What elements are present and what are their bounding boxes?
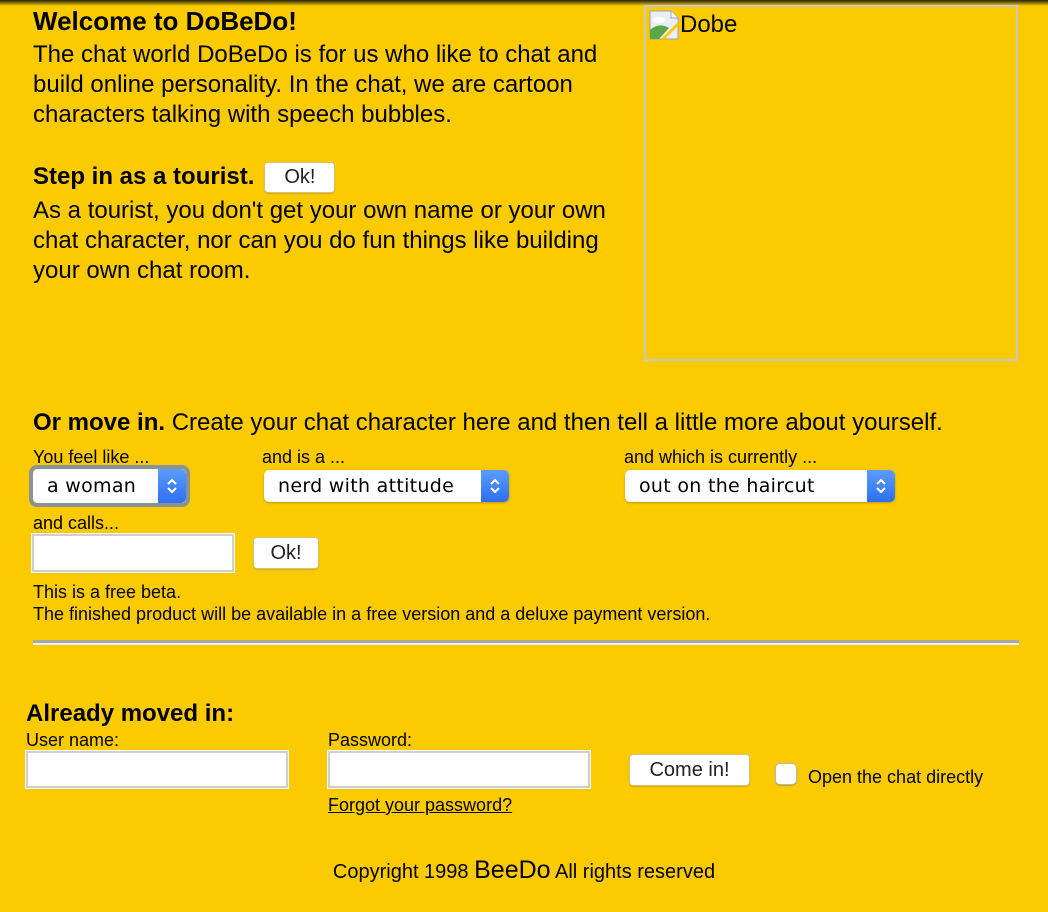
feel-like-focus-ring: a woman — [29, 465, 190, 507]
calls-label: and calls... — [33, 513, 120, 533]
copyright-suffix: All rights reserved — [550, 861, 716, 883]
password-label: Password: — [328, 730, 413, 750]
move-in-intro: Or move in. Create your chat character h… — [33, 407, 943, 439]
image-alt-text: Dobe — [680, 11, 738, 38]
username-label: User name: — [26, 730, 120, 750]
beta-line-2: The finished product will be available i… — [33, 604, 711, 624]
broken-image-icon — [649, 10, 679, 40]
tourist-heading: Step in as a tourist. — [33, 163, 255, 190]
feel-like-value: a woman — [47, 475, 137, 497]
beta-line-1: This is a free beta. — [33, 582, 182, 602]
section-divider — [33, 640, 1019, 645]
come-in-button[interactable]: Come in! — [629, 754, 750, 786]
move-in-text: Create your chat character here and then… — [165, 409, 943, 436]
select-arrows-icon — [158, 469, 186, 503]
is-a-label: and is a ... — [262, 447, 346, 467]
select-arrows-icon — [481, 470, 509, 502]
character-name-input[interactable] — [31, 533, 235, 573]
intro-text: The chat world DoBeDo is for us who like… — [33, 41, 598, 128]
beta-notice: This is a free beta. The finished produc… — [33, 581, 710, 625]
tourist-ok-button[interactable]: Ok! — [264, 161, 336, 193]
is-a-value: nerd with attitude — [278, 475, 455, 497]
login-heading: Already moved in: — [26, 700, 235, 727]
move-in-heading: Or move in. — [33, 409, 166, 436]
currently-select[interactable]: out on the haircut — [625, 470, 895, 502]
username-input[interactable] — [25, 750, 289, 789]
is-a-select[interactable]: nerd with attitude — [264, 470, 509, 502]
select-arrows-icon — [867, 470, 895, 502]
page-title: Welcome to DoBeDo! — [33, 6, 297, 36]
create-character-ok-button[interactable]: Ok! — [253, 537, 319, 569]
forgot-password-link[interactable]: Forgot your password? — [328, 795, 512, 816]
tourist-description: As a tourist, you don't get your own nam… — [33, 197, 606, 284]
currently-label: and which is currently ... — [624, 447, 818, 467]
tourist-row: Step in as a tourist. Ok! — [33, 161, 336, 193]
currently-value: out on the haircut — [639, 475, 815, 497]
feel-like-label: You feel like ... — [33, 447, 150, 467]
brand-name: BeeDo — [474, 856, 551, 884]
copyright-prefix: Copyright 1998 — [332, 861, 475, 883]
dobe-image: Dobe — [644, 5, 1018, 361]
feel-like-select[interactable]: a woman — [33, 469, 186, 503]
footer-copyright: Copyright 1998 BeeDo All rights reserved — [0, 855, 1048, 887]
open-chat-checkbox[interactable] — [775, 763, 797, 785]
open-chat-label[interactable]: Open the chat directly — [808, 767, 983, 787]
password-input[interactable] — [327, 750, 591, 789]
